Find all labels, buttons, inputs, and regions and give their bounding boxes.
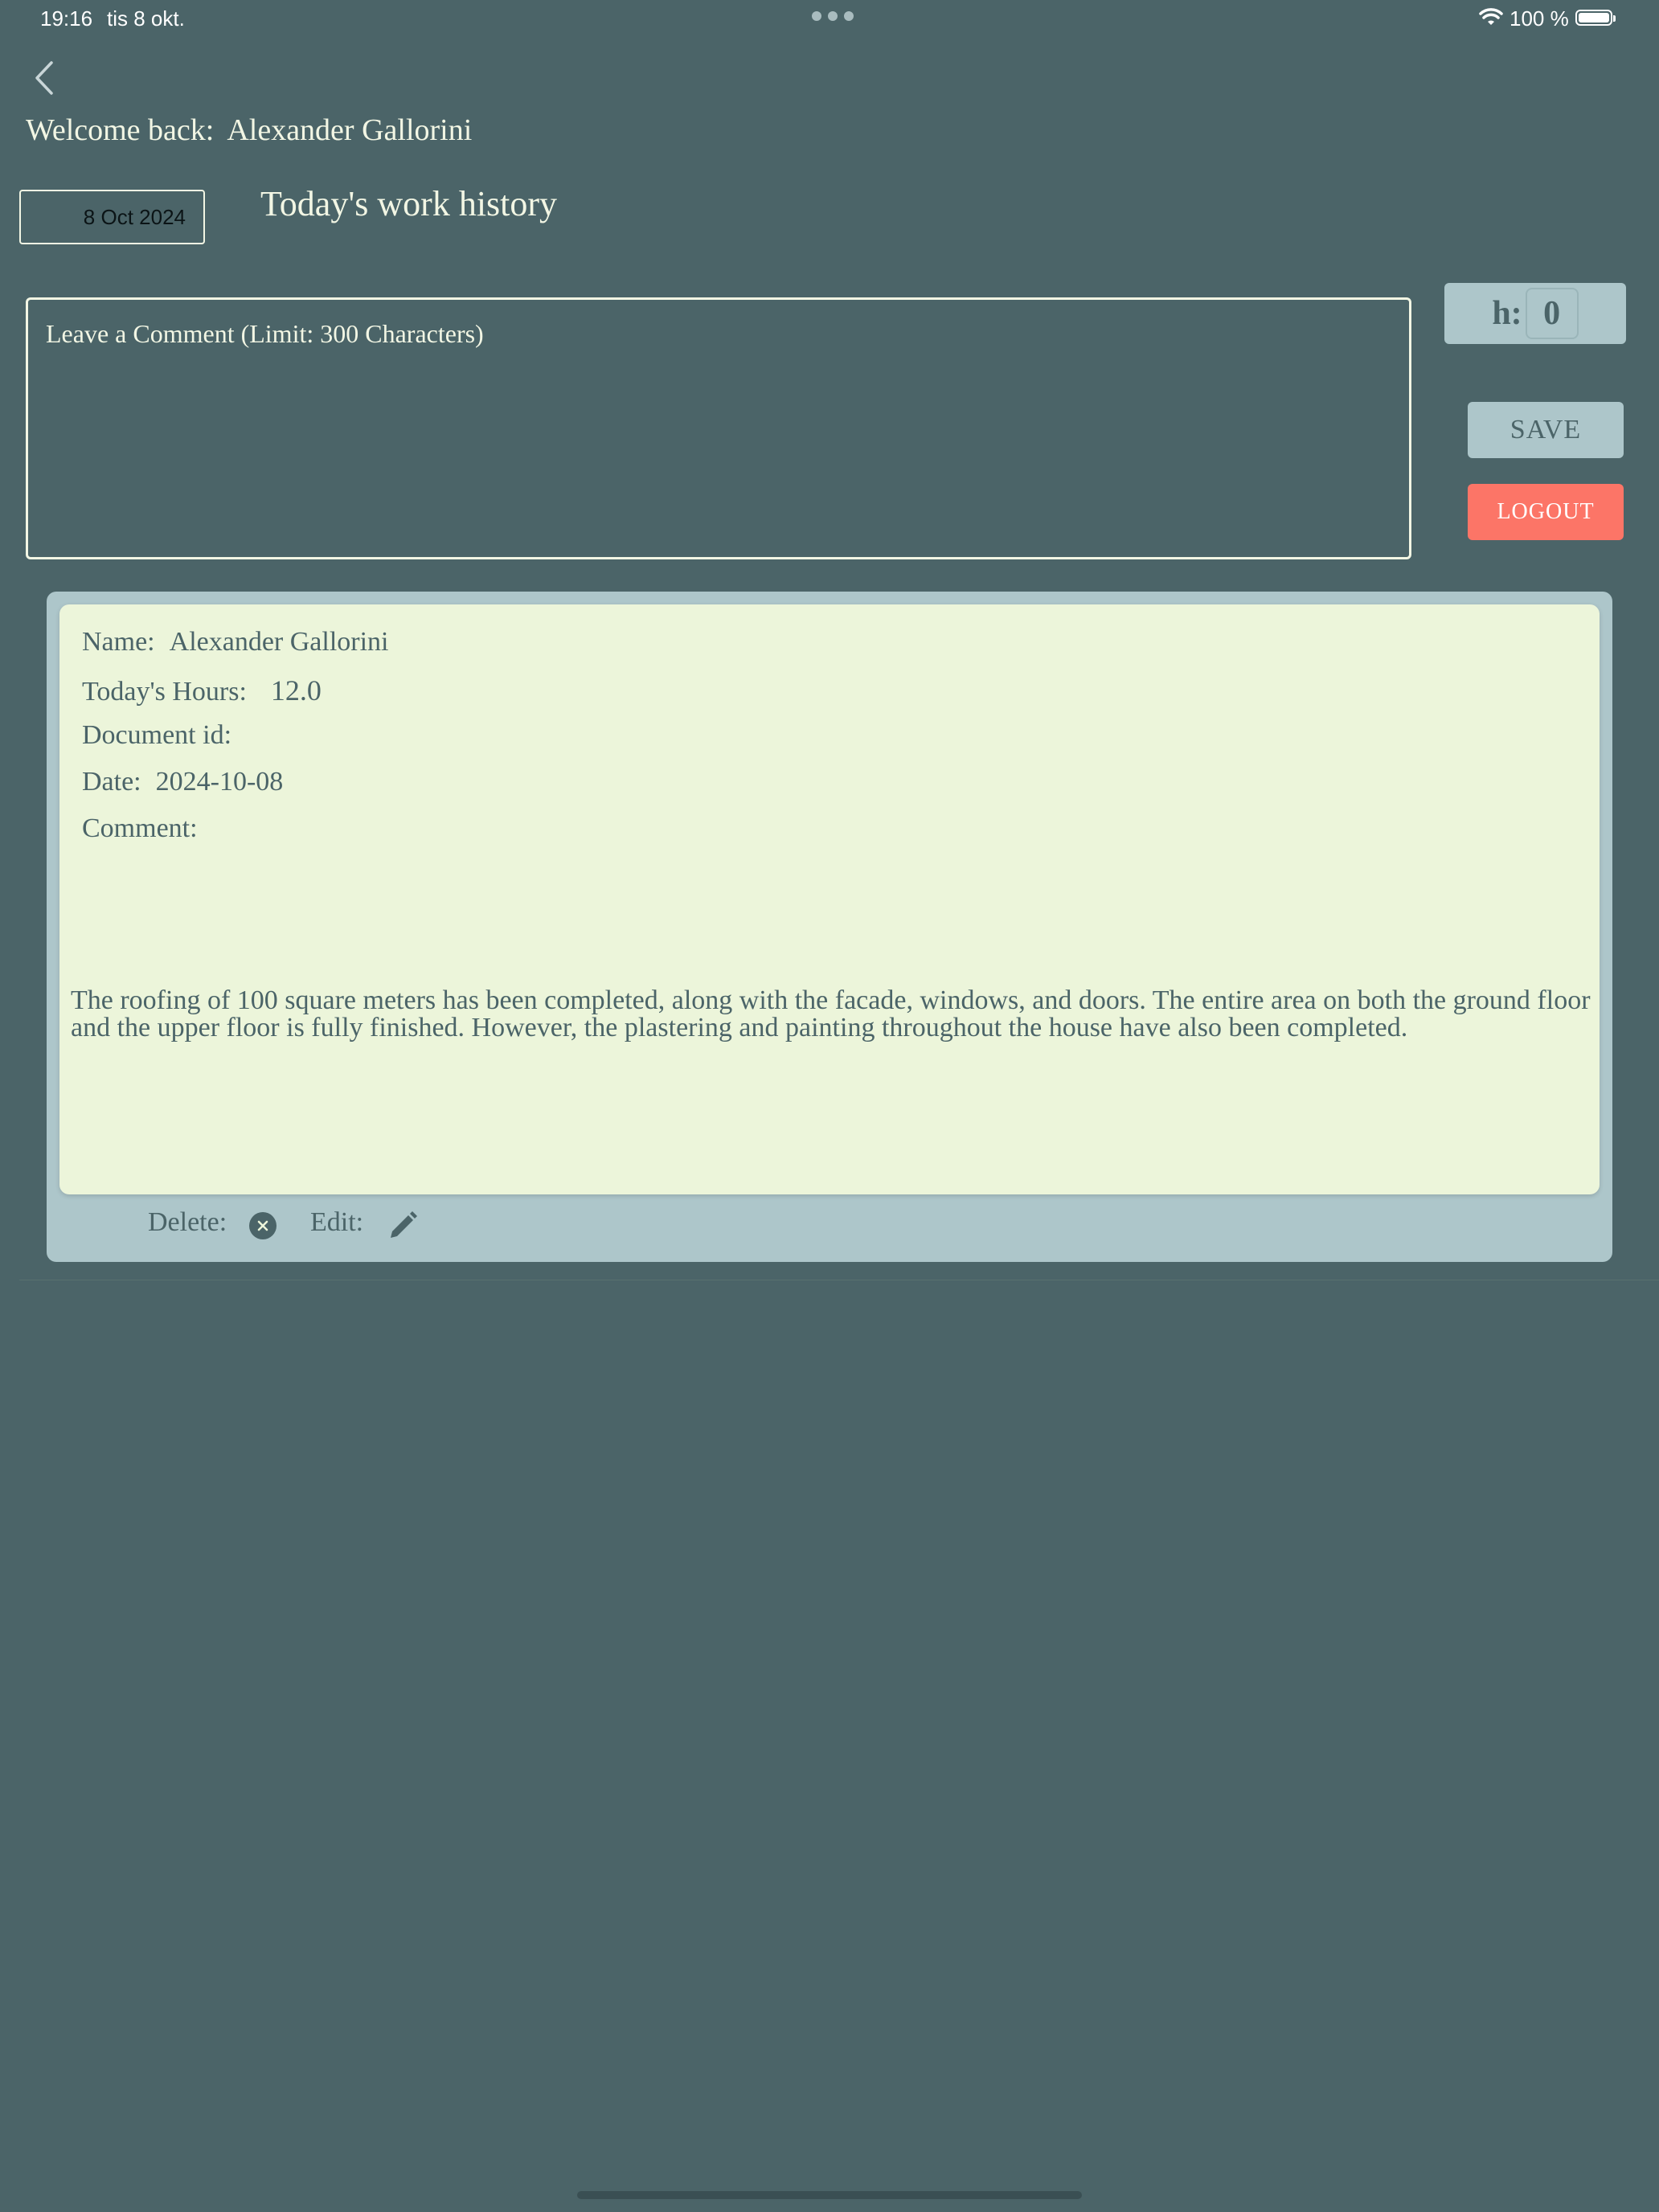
pencil-icon[interactable] [384,1207,421,1244]
comment-textarea[interactable]: Leave a Comment (Limit: 300 Characters) [26,297,1411,559]
record-date-row: Date: 2024-10-08 [82,767,283,797]
hours-label: h: [1492,295,1522,332]
back-button[interactable] [31,59,58,96]
record-name-row: Name: Alexander Gallorini [82,627,389,657]
record-docid-row: Document id: [82,720,246,751]
page-title: Today's work history [260,184,558,223]
record-hours-label: Today's Hours: [82,677,247,707]
chevron-left-icon [35,61,53,95]
record-name-label: Name: [82,627,155,657]
record-comment-text: The roofing of 100 square meters has bee… [71,985,1591,1043]
battery-percentage: 100 % [1509,6,1569,31]
logout-button[interactable]: LOGOUT [1468,484,1624,540]
save-button[interactable]: SAVE [1468,402,1624,458]
home-indicator[interactable] [577,2191,1082,2199]
delete-label: Delete: [148,1207,227,1237]
record-docid-label: Document id: [82,720,232,750]
record-date-value: 2024-10-08 [155,767,284,797]
delete-icon[interactable] [249,1212,276,1239]
status-time: 19:16 [40,6,93,31]
date-picker[interactable]: 8 Oct 2024 [19,190,205,244]
record-name-value: Alexander Gallorini [169,627,389,657]
wifi-icon [1479,8,1503,31]
record-hours-value: 12.0 [270,674,322,707]
battery-icon [1575,10,1616,26]
status-date: tis 8 okt. [107,6,185,31]
welcome-user-name: Alexander Gallorini [227,113,473,147]
hours-input[interactable]: 0 [1525,288,1579,339]
record-comment-label: Comment: [82,813,198,843]
welcome-message: Welcome back: Alexander Gallorini [26,113,472,148]
comment-placeholder: Leave a Comment (Limit: 300 Characters) [46,319,484,348]
record-hours-row: Today's Hours: 12.0 [82,674,322,707]
edit-label: Edit: [310,1207,364,1237]
welcome-label: Welcome back: [26,113,215,147]
multitasking-dots-icon[interactable] [812,11,854,21]
hours-field: h: 0 [1444,283,1626,344]
record-date-label: Date: [82,767,141,797]
